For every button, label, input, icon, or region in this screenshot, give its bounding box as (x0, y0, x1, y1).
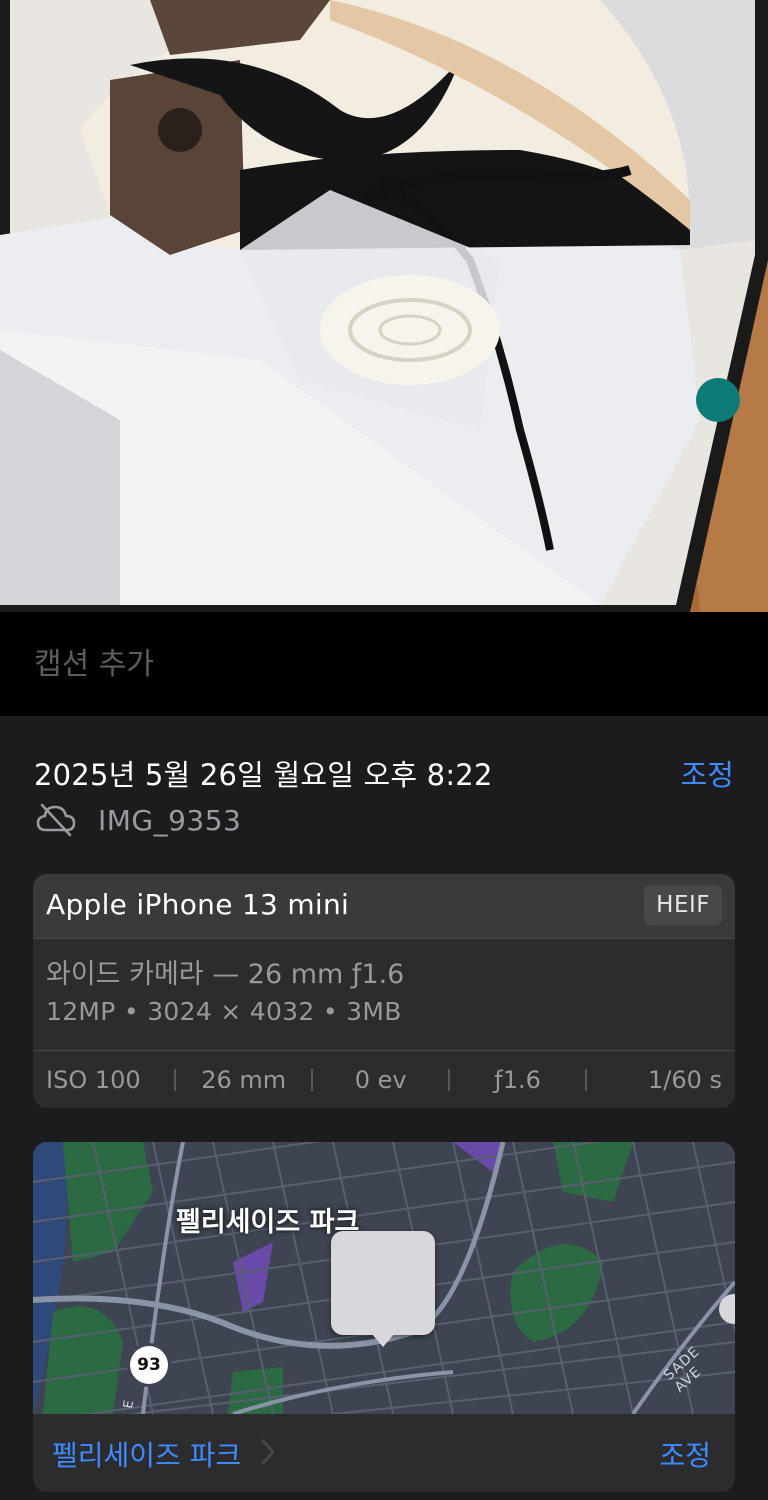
format-badge: HEIF (644, 885, 722, 925)
capture-datetime: 2025년 5월 26일 월요일 오후 8:22 (34, 758, 493, 792)
photo-viewer[interactable] (0, 0, 768, 612)
exif-row: ISO 100 26 mm 0 ev ƒ1.6 1/60 s (33, 1050, 735, 1108)
place-link[interactable]: 펠리세이즈 파크 (52, 1434, 241, 1474)
exif-focal-length: 26 mm (201, 1066, 287, 1094)
sneaker-box-photo (0, 0, 768, 612)
cloud-off-icon (34, 802, 78, 838)
photo-location-pin[interactable] (331, 1231, 435, 1347)
caption-input[interactable] (34, 642, 734, 686)
map-area-label: 펠리세이즈 파크 (176, 1207, 360, 1238)
exif-aperture: ƒ1.6 (494, 1066, 541, 1094)
chevron-right-icon (255, 1435, 281, 1469)
exif-iso: ISO 100 (46, 1066, 141, 1094)
adjust-datetime-button[interactable]: 조정 (681, 752, 734, 794)
exif-exposure: 0 ev (354, 1066, 407, 1094)
lens-info: 와이드 카메라 — 26 mm ƒ1.6 (46, 959, 405, 990)
location-footer: 펠리세이즈 파크 조정 (33, 1414, 735, 1492)
caption-bar (0, 612, 768, 716)
device-name: Apple iPhone 13 mini (46, 888, 350, 921)
photo-info-panel: 2025년 5월 26일 월요일 오후 8:22 조정 IMG_9353 App… (0, 716, 768, 1500)
photo-thumbnail (337, 1237, 429, 1329)
adjust-location-button[interactable]: 조정 (659, 1434, 711, 1474)
camera-info-card: Apple iPhone 13 mini HEIF 와이드 카메라 — 26 m… (33, 874, 735, 1108)
image-specs: 12MP • 3024 × 4032 • 3MB (46, 997, 402, 1026)
file-name: IMG_9353 (98, 803, 242, 837)
camera-info-header: Apple iPhone 13 mini HEIF (33, 874, 735, 939)
file-row: IMG_9353 (34, 802, 241, 838)
location-card: 펠리세이즈 파크 93 SADE AVE E 펠리세이즈 파크 조정 (33, 1142, 735, 1492)
location-map[interactable]: 펠리세이즈 파크 93 SADE AVE E (33, 1142, 735, 1414)
route-shield: 93 (130, 1346, 168, 1384)
exif-shutter: 1/60 s (647, 1066, 723, 1094)
pin-tail (372, 1334, 394, 1347)
